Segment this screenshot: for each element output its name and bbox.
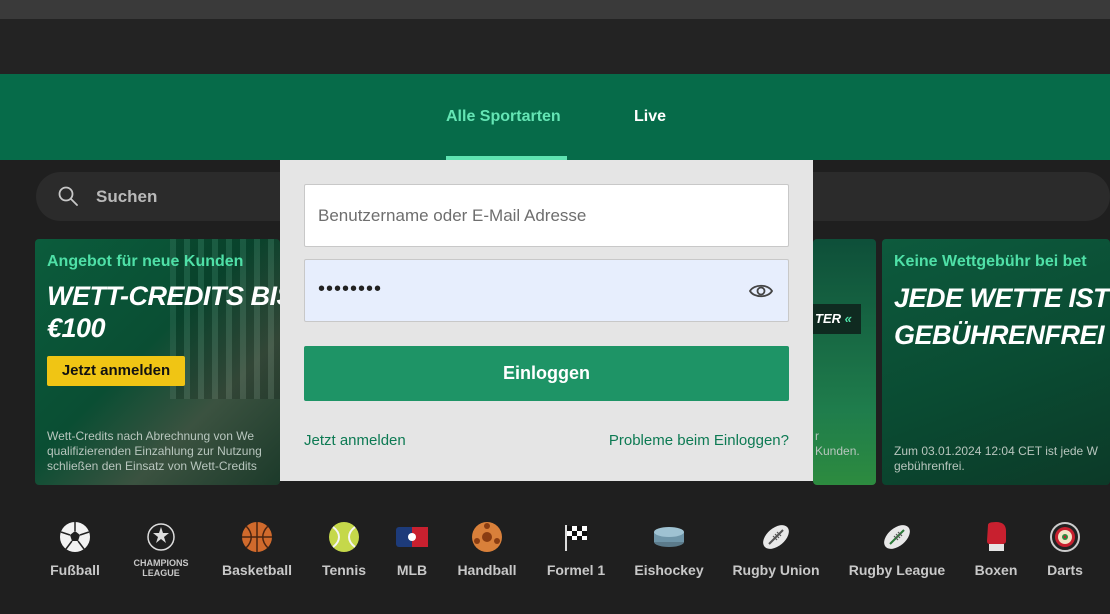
login-problems-link[interactable]: Probleme beim Einloggen? <box>609 432 789 449</box>
hockey-puck-icon <box>652 520 686 554</box>
promo-fine-print: r <box>815 429 819 443</box>
promo-fine-print: gebührenfrei. <box>894 459 965 473</box>
sport-label: Eishockey <box>634 562 704 578</box>
register-link[interactable]: Jetzt anmelden <box>304 432 406 449</box>
promo-fine-print: Zum 03.01.2024 12:04 CET ist jede W <box>894 444 1098 458</box>
sport-item-eishockey[interactable]: Eishockey <box>633 520 705 578</box>
tab-live[interactable]: Live <box>634 108 666 126</box>
handball-icon <box>470 520 504 554</box>
sport-label: Darts <box>1047 562 1083 578</box>
sport-label: CHAMPIONS LEAGUE <box>133 558 189 578</box>
promo-badge: TER « <box>813 304 861 334</box>
sport-item-mlb[interactable]: MLB <box>392 520 432 578</box>
promo-title-line2: GEBÜHRENFREI <box>894 320 1105 350</box>
sport-item-formel-1[interactable]: Formel 1 <box>545 520 607 578</box>
sport-label: Fußball <box>50 562 100 578</box>
rugby-ball-icon <box>880 520 914 554</box>
sport-label: MLB <box>396 562 428 578</box>
sport-label: Handball <box>457 562 517 578</box>
sport-label: Basketball <box>221 562 293 578</box>
header-band <box>0 19 1110 74</box>
checkered-flag-icon <box>559 520 593 554</box>
sport-nav-bar: Alle Sportarten Live <box>0 74 1110 160</box>
promo-card-no-fee[interactable]: Keine Wettgebühr bei bet JEDE WETTE IST … <box>882 239 1110 485</box>
tab-all-sports[interactable]: Alle Sportarten <box>446 108 561 126</box>
sport-item-handball[interactable]: Handball <box>455 520 519 578</box>
sport-item-boxen[interactable]: Boxen <box>972 520 1020 578</box>
champions-league-icon <box>144 520 178 554</box>
promo-fine-print: schließen den Einsatz von Wett-Credits <box>47 459 257 473</box>
sport-item-champions-league[interactable]: CHAMPIONS LEAGUE <box>128 520 194 578</box>
soccer-ball-icon <box>58 520 92 554</box>
sports-category-row: Fußball CHAMPIONS LEAGUE Basketball Tenn… <box>0 520 1110 614</box>
password-field[interactable]: •••••••• <box>304 259 789 322</box>
promo-fine-print: Wett-Credits nach Abrechnung von We <box>47 429 254 443</box>
promo-title-line1: WETT-CREDITS BIS ZU <box>47 281 280 311</box>
password-value: •••••••• <box>318 278 383 300</box>
promo-register-button[interactable]: Jetzt anmelden <box>47 356 185 386</box>
search-placeholder: Suchen <box>96 187 158 206</box>
login-modal: Benutzername oder E-Mail Adresse •••••••… <box>280 160 813 481</box>
sport-item-basketball[interactable]: Basketball <box>221 520 293 578</box>
sport-item-rugby-league[interactable]: Rugby League <box>848 520 946 578</box>
sport-item-tennis[interactable]: Tennis <box>320 520 368 578</box>
eye-icon[interactable] <box>748 280 774 302</box>
promo-headline: Angebot für neue Kunden <box>47 253 244 270</box>
promo-card-middle[interactable]: TER « r Kunden. <box>813 239 876 485</box>
sport-item-fussball[interactable]: Fußball <box>50 520 100 578</box>
sport-label: Rugby League <box>848 562 946 578</box>
username-field[interactable]: Benutzername oder E-Mail Adresse <box>304 184 789 247</box>
promo-fine-print: qualifizierenden Einzahlung zur Nutzung <box>47 444 262 458</box>
rugby-ball-icon <box>759 520 793 554</box>
dartboard-icon <box>1048 520 1082 554</box>
sport-label: Rugby Union <box>732 562 820 578</box>
login-button[interactable]: Einloggen <box>304 346 789 401</box>
sport-item-rugby-union[interactable]: Rugby Union <box>731 520 821 578</box>
username-placeholder: Benutzername oder E-Mail Adresse <box>318 206 587 225</box>
promo-card-new-customers[interactable]: Angebot für neue Kunden WETT-CREDITS BIS… <box>35 239 280 485</box>
tennis-ball-icon <box>327 520 361 554</box>
sport-label: Formel 1 <box>546 562 606 578</box>
basketball-icon <box>240 520 274 554</box>
mlb-icon <box>395 520 429 554</box>
sport-item-darts[interactable]: Darts <box>1043 520 1087 578</box>
boxing-glove-icon <box>979 520 1013 554</box>
promo-title-line2: €100 <box>47 313 106 343</box>
sport-label: Boxen <box>974 562 1018 578</box>
promo-title-line1: JEDE WETTE IST <box>894 283 1110 313</box>
promo-fine-print: Kunden. <box>815 444 860 458</box>
promo-headline: Keine Wettgebühr bei bet <box>894 253 1087 270</box>
search-icon <box>58 186 78 206</box>
sport-label: Tennis <box>321 562 367 578</box>
browser-top-bar <box>0 0 1110 19</box>
